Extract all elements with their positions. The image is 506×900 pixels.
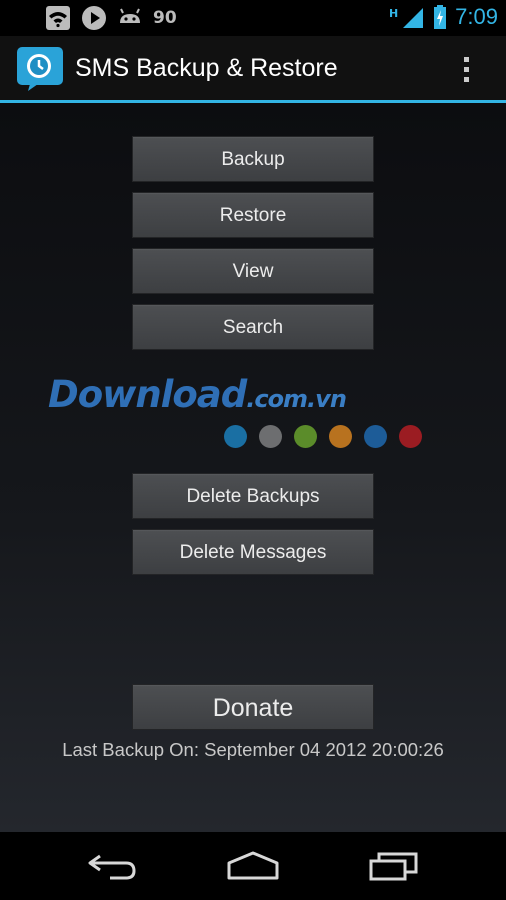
home-icon[interactable] <box>226 850 280 882</box>
navigation-bar <box>0 832 506 900</box>
backup-button[interactable]: Backup <box>132 136 374 182</box>
watermark-brand: Download <box>48 373 247 416</box>
watermark-dot <box>364 425 387 448</box>
battery-charging-icon <box>434 5 447 29</box>
status-right-group: H 7:09 <box>389 4 498 30</box>
watermark-dot <box>259 425 282 448</box>
wifi-icon <box>46 6 70 30</box>
restore-button[interactable]: Restore <box>132 192 374 238</box>
notification-count: 90 <box>153 8 177 28</box>
status-bar: 90 H 7:09 <box>0 0 506 36</box>
clock: 7:09 <box>455 4 498 29</box>
watermark-logo: Download.com.vn <box>48 373 347 416</box>
app-icon[interactable] <box>16 46 64 92</box>
network-type-label: H <box>388 7 399 20</box>
watermark-domain: .com.vn <box>246 385 347 413</box>
watermark-dot <box>329 425 352 448</box>
play-store-icon <box>82 6 106 30</box>
watermark-dots <box>224 425 422 448</box>
donate-button[interactable]: Donate <box>132 684 374 730</box>
last-backup-text: Last Backup On: September 04 2012 20:00:… <box>62 739 444 760</box>
action-bar: SMS Backup & Restore <box>0 36 506 100</box>
view-button[interactable]: View <box>132 248 374 294</box>
android-debug-icon <box>120 8 140 23</box>
main-content: Backup Restore View Search Download.com.… <box>0 103 506 832</box>
recent-apps-icon[interactable] <box>368 850 420 882</box>
watermark-dot <box>399 425 422 448</box>
back-icon[interactable] <box>86 850 138 882</box>
watermark-dot <box>224 425 247 448</box>
download-watermark: Download.com.vn <box>48 373 428 455</box>
watermark-dot <box>294 425 317 448</box>
signal-icon <box>403 8 424 28</box>
overflow-menu-icon[interactable] <box>454 54 478 88</box>
status-left-group: 90 <box>45 5 177 31</box>
delete-backups-button[interactable]: Delete Backups <box>132 473 374 519</box>
search-button[interactable]: Search <box>132 304 374 350</box>
delete-messages-button[interactable]: Delete Messages <box>132 529 374 575</box>
app-title: SMS Backup & Restore <box>75 54 338 82</box>
